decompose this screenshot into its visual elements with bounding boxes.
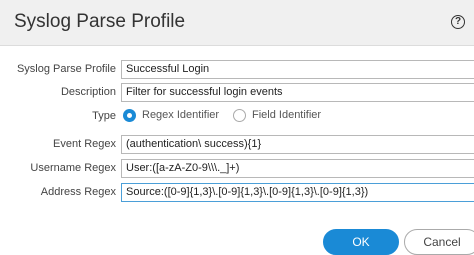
- event-regex-label: Event Regex: [53, 138, 116, 150]
- field-identifier-label[interactable]: Field Identifier: [252, 109, 321, 121]
- address-regex-label: Address Regex: [40, 186, 116, 198]
- description-input[interactable]: Filter for successful login events: [121, 83, 474, 102]
- regex-identifier-label[interactable]: Regex Identifier: [142, 109, 219, 121]
- field-identifier-radio[interactable]: [233, 109, 246, 122]
- event-regex-input[interactable]: (authentication\ success){1}: [121, 135, 474, 154]
- username-regex-label: Username Regex: [30, 162, 116, 174]
- profile-label: Syslog Parse Profile: [16, 63, 116, 75]
- ok-button[interactable]: OK: [323, 229, 399, 255]
- cancel-button[interactable]: Cancel: [404, 229, 474, 255]
- username-regex-input[interactable]: User:([a-zA-Z0-9\\\._]+): [121, 159, 474, 178]
- description-label: Description: [60, 86, 116, 98]
- help-icon[interactable]: ?: [451, 15, 465, 29]
- type-label: Type: [92, 110, 116, 122]
- regex-identifier-radio[interactable]: [123, 109, 136, 122]
- dialog-titlebar: Syslog Parse Profile ?: [0, 0, 474, 46]
- address-regex-input[interactable]: Source:([0-9]{1,3}\.[0-9]{1,3}\.[0-9]{1,…: [121, 183, 474, 202]
- dialog-title: Syslog Parse Profile: [14, 11, 186, 32]
- profile-name-input[interactable]: Successful Login: [121, 60, 474, 79]
